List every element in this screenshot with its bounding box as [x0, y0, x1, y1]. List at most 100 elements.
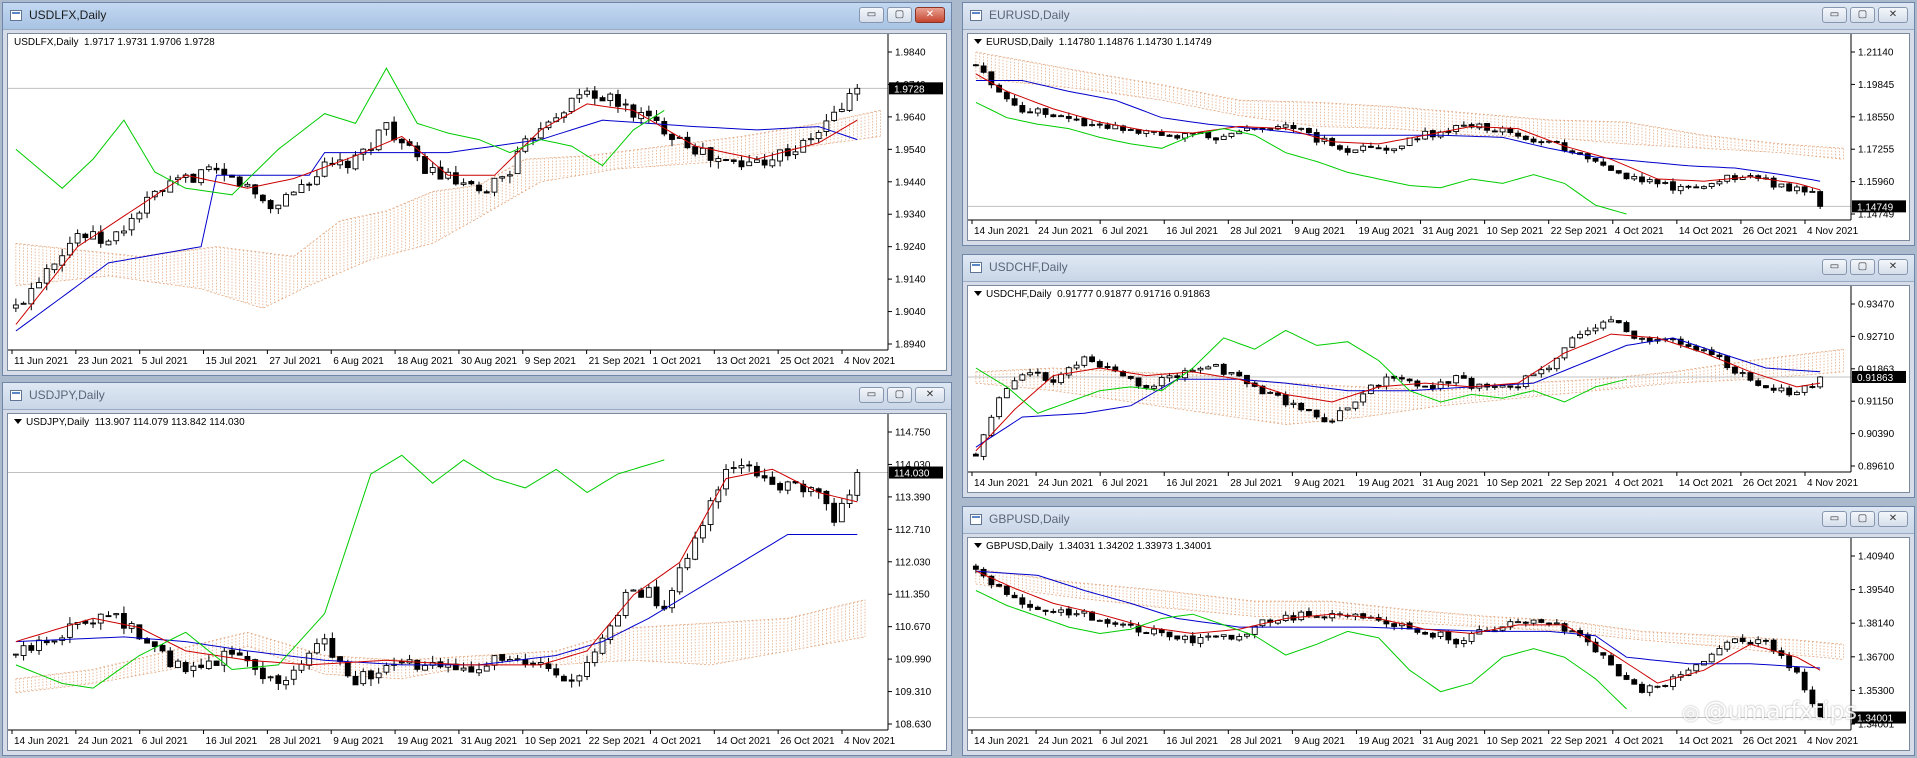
candle: [800, 480, 807, 498]
candle: [1615, 320, 1622, 324]
titlebar-usdchf[interactable]: USDCHF,Daily ▭ ▢ ✕: [963, 255, 1914, 282]
date-tick-label: 14 Oct 2021: [1679, 736, 1734, 747]
minimize-button[interactable]: ▭: [859, 387, 884, 403]
date-tick-label: 4 Oct 2021: [1615, 478, 1664, 489]
chart-info-label: USDLFX,Daily 1.9717 1.9731 1.9706 1.9728: [14, 37, 215, 48]
maximize-button[interactable]: ▢: [1850, 259, 1875, 275]
candle: [1600, 158, 1607, 167]
minimize-button[interactable]: ▭: [859, 7, 884, 23]
candle: [846, 489, 853, 509]
dropdown-triangle-icon[interactable]: [974, 291, 982, 296]
maximize-button[interactable]: ▢: [1850, 7, 1875, 23]
window-usdchf[interactable]: USDCHF,Daily ▭ ▢ ✕ 0.93470 0.92710 0.91863…: [962, 254, 1915, 498]
candle: [468, 179, 475, 186]
maximize-button[interactable]: ▢: [887, 387, 912, 403]
window-title: GBPUSD,Daily: [989, 512, 1070, 526]
candle: [1615, 664, 1622, 677]
dropdown-triangle-icon[interactable]: [14, 419, 22, 424]
candle: [1336, 144, 1343, 152]
candle: [329, 632, 336, 659]
candle: [1391, 148, 1398, 154]
candle: [275, 673, 282, 691]
date-tick-label: 6 Jul 2021: [1102, 478, 1149, 489]
candle: [576, 674, 583, 687]
candle: [1445, 630, 1452, 644]
minimize-button[interactable]: ▭: [1822, 511, 1847, 527]
date-tick-label: 22 Sep 2021: [1551, 226, 1608, 237]
date-tick-label: 14 Oct 2021: [1679, 478, 1734, 489]
close-button[interactable]: ✕: [915, 387, 945, 403]
candle: [452, 165, 459, 186]
dropdown-triangle-icon[interactable]: [974, 543, 982, 548]
window-title: USDJPY,Daily: [29, 388, 105, 402]
candle: [1011, 592, 1018, 599]
window-usdjpy[interactable]: USDJPY,Daily ▭ ▢ ✕ 114.750 114.030 113.390…: [2, 382, 952, 756]
chart-area-usdjpy[interactable]: 114.750 114.030 113.390 112.710 112.030 111.3…: [7, 413, 947, 751]
close-button[interactable]: ✕: [1878, 511, 1908, 527]
window-usdlfx[interactable]: USDLFX,Daily ▭ ▢ ✕ 1.98401.97401.96401.9…: [2, 2, 952, 376]
candle: [1027, 368, 1034, 377]
close-button[interactable]: ✕: [1878, 7, 1908, 23]
candle: [1739, 634, 1746, 644]
candle: [1429, 631, 1436, 640]
candle: [669, 133, 675, 147]
candle: [1398, 145, 1405, 151]
current-price-label: 1.14749: [1857, 202, 1894, 213]
chart-info-label: USDCHF,Daily 0.91777 0.91877 0.91716 0.9…: [974, 289, 1210, 300]
chart-area-usdchf[interactable]: 0.93470 0.92710 0.91863 0.91150 0.90390 0.896…: [967, 285, 1910, 493]
candle: [221, 163, 228, 182]
candle: [1290, 399, 1297, 408]
close-button[interactable]: ✕: [915, 7, 945, 23]
candle: [1476, 383, 1483, 392]
minimize-button[interactable]: ▭: [1822, 7, 1847, 23]
candle: [568, 673, 575, 688]
maximize-button[interactable]: ▢: [1850, 511, 1875, 527]
candle: [1592, 157, 1599, 163]
candle: [1437, 631, 1444, 640]
candle: [607, 92, 614, 107]
minimize-button[interactable]: ▭: [1822, 259, 1847, 275]
chart-area-eurusd[interactable]: 1.21140 1.19845 1.18550 1.17255 1.15960 1.147…: [967, 33, 1910, 241]
candle: [1406, 378, 1413, 384]
candle: [406, 654, 413, 665]
titlebar-usdjpy[interactable]: USDJPY,Daily ▭ ▢ ✕: [3, 383, 951, 410]
date-tick-label: 15 Jul 2021: [206, 356, 258, 367]
candle: [784, 143, 791, 161]
close-button[interactable]: ✕: [1878, 259, 1908, 275]
chart-area-usdlfx[interactable]: 1.98401.97401.96401.95401.94401.93401.92…: [7, 33, 947, 371]
date-tick-label: 5 Jul 2021: [142, 356, 189, 367]
candle: [1352, 149, 1359, 154]
candle: [823, 490, 830, 511]
candle: [1321, 615, 1328, 621]
window-eurusd[interactable]: EURUSD,Daily ▭ ▢ ✕ 1.21140 1.19845 1.18550…: [962, 2, 1915, 246]
candle: [1670, 178, 1676, 194]
candle: [360, 148, 367, 161]
watermark-text: @umarfxtips: [1703, 697, 1858, 725]
chart-svg: 1.21140 1.19845 1.18550 1.17255 1.15960 1.147…: [968, 34, 1906, 237]
candle: [831, 105, 838, 122]
candle: [1422, 631, 1429, 636]
candle: [1445, 381, 1452, 388]
titlebar-usdlfx[interactable]: USDLFX,Daily ▭ ▢ ✕: [3, 3, 951, 30]
candle: [1336, 406, 1343, 422]
candle: [653, 579, 660, 609]
maximize-button[interactable]: ▢: [887, 7, 912, 23]
candle: [12, 653, 19, 658]
candle: [769, 471, 776, 485]
candle: [1220, 133, 1227, 140]
candle: [1360, 143, 1367, 153]
titlebar-gbpusd[interactable]: GBPUSD,Daily ▭ ▢ ✕: [963, 507, 1914, 534]
dropdown-triangle-icon[interactable]: [974, 39, 982, 44]
candle: [1801, 668, 1808, 693]
chart-info-label: USDJPY,Daily 113.907 114.079 113.842 114…: [14, 417, 245, 428]
chart-info-label: GBPUSD,Daily 1.34031 1.34202 1.33973 1.3…: [974, 541, 1212, 552]
date-tick-label: 16 Jul 2021: [1166, 226, 1218, 237]
titlebar-eurusd[interactable]: EURUSD,Daily ▭ ▢ ✕: [963, 3, 1914, 30]
candle: [591, 648, 598, 667]
candle: [1662, 684, 1669, 688]
date-tick-label: 27 Jul 2021: [269, 356, 321, 367]
candle: [607, 623, 614, 644]
senkou-span-a-line: [975, 51, 1844, 149]
candle: [1538, 618, 1545, 623]
candle: [1724, 640, 1731, 652]
